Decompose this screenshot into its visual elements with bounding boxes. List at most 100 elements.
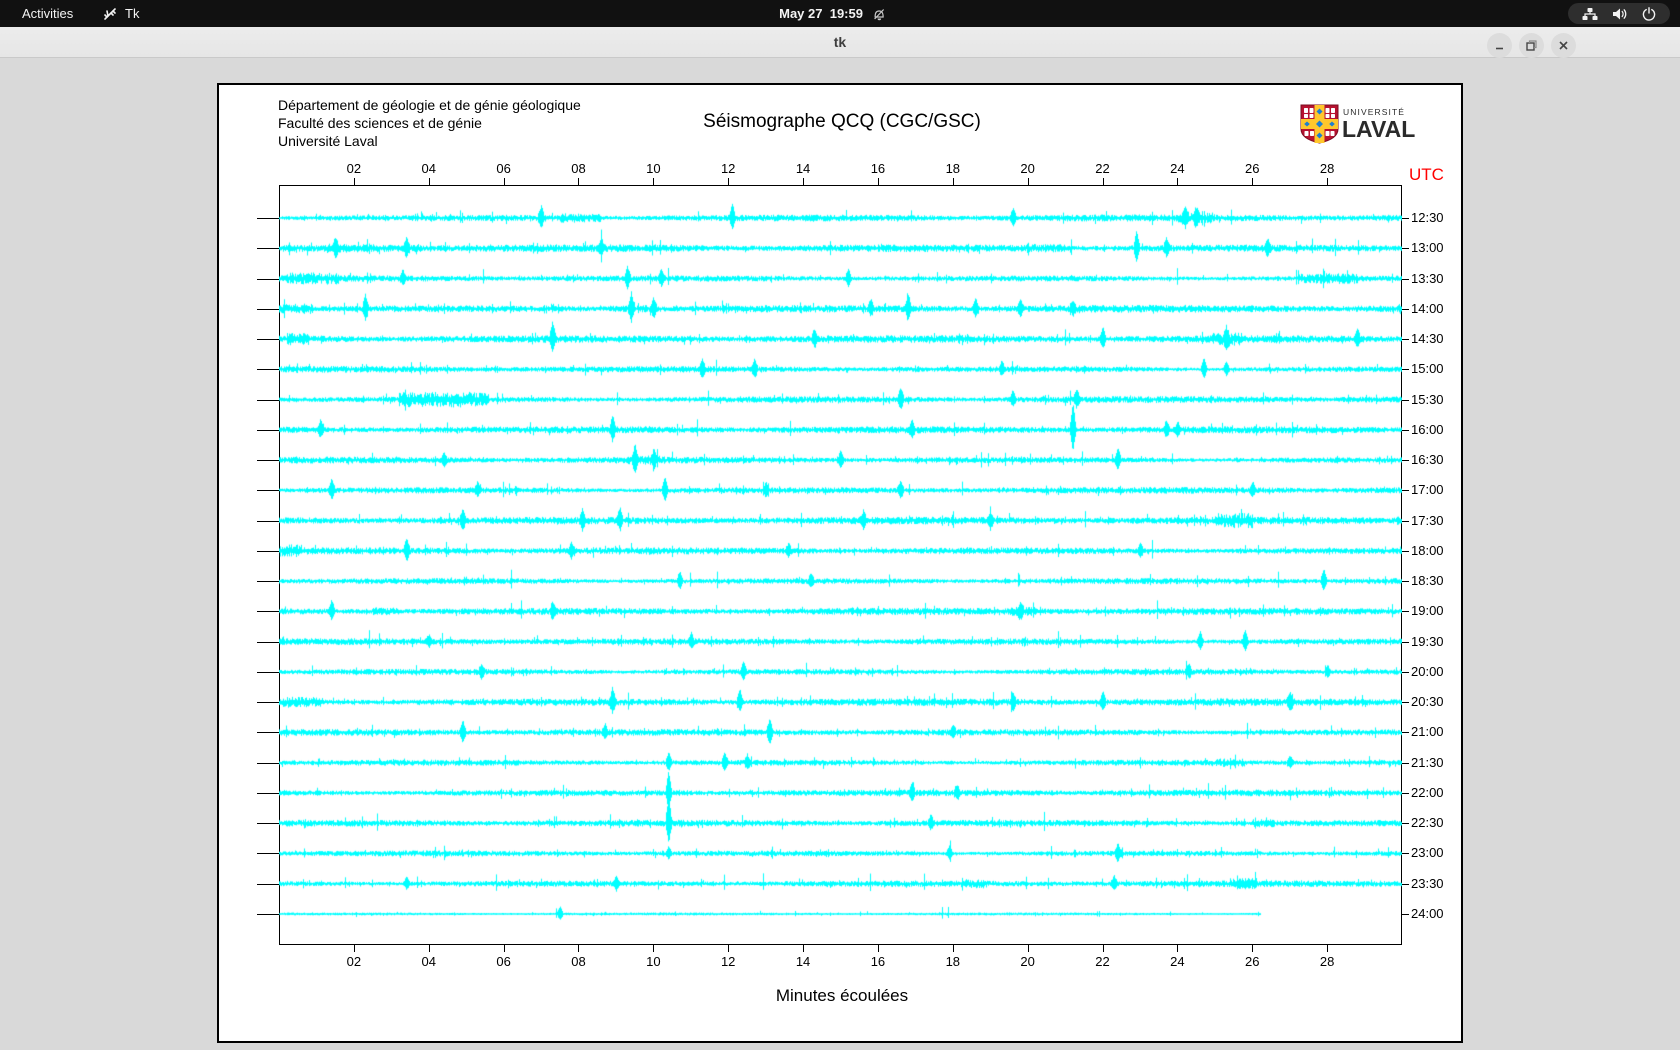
x-tick-label-top: 12 [720, 161, 736, 176]
x-tick-bottom [428, 945, 430, 952]
close-button[interactable] [1551, 33, 1576, 58]
trace-tick-left [257, 853, 279, 855]
utc-time-label: 16:00 [1411, 421, 1444, 437]
x-tick-bottom [653, 945, 655, 952]
trace-tick-right [1402, 520, 1409, 522]
app-menu[interactable]: Tk [103, 0, 139, 27]
trace-tick-right [1402, 883, 1409, 885]
utc-time-label: 21:00 [1411, 724, 1444, 740]
utc-time-label: 15:30 [1411, 391, 1444, 407]
x-tick-label-bottom: 16 [870, 954, 886, 969]
trace-tick-left [257, 883, 279, 885]
x-tick-label-bottom: 04 [421, 954, 436, 969]
x-tick-label-top: 24 [1170, 161, 1185, 176]
x-axis-title: Minutes écoulées [775, 986, 909, 1005]
trace-tick-left [257, 429, 279, 431]
x-tick-bottom [1177, 945, 1179, 952]
x-tick-top [578, 178, 580, 185]
x-tick-top [877, 178, 879, 185]
clock-button[interactable]: May 27 19:59 [779, 0, 901, 27]
utc-time-label: 15:00 [1411, 361, 1444, 377]
system-tray[interactable] [1568, 3, 1670, 24]
tk-window-content: Département de géologie et de génie géol… [0, 58, 1680, 1050]
x-tick-bottom [728, 945, 730, 952]
minimize-button[interactable] [1487, 33, 1512, 58]
plot-title: Séismographe QCQ (CGC/GSC) [703, 111, 981, 132]
desktop-screen: Activities Tk May 27 19:59 tk Départemen… [0, 0, 1680, 1050]
x-tick-bottom [1327, 945, 1329, 952]
x-tick-bottom [353, 945, 355, 952]
trace-tick-left [257, 792, 279, 794]
x-tick-label-bottom: 28 [1319, 954, 1335, 969]
utc-time-label: 22:30 [1411, 815, 1444, 831]
trace-tick-left [257, 702, 279, 704]
window-title-bar: tk [0, 27, 1680, 58]
x-tick-top [653, 178, 655, 185]
x-tick-top [428, 178, 430, 185]
utc-time-label: 17:30 [1411, 512, 1444, 528]
x-tick-bottom [803, 945, 805, 952]
x-tick-label-top: 02 [346, 161, 362, 176]
trace-tick-right [1402, 369, 1409, 371]
utc-time-label: 23:00 [1411, 845, 1444, 861]
trace-tick-right [1402, 641, 1409, 643]
utc-time-label: 14:00 [1411, 300, 1444, 316]
x-tick-top [1327, 178, 1329, 185]
x-tick-label-bottom: 06 [496, 954, 511, 969]
trace-tick-right [1402, 732, 1409, 734]
x-tick-bottom [877, 945, 879, 952]
x-tick-label-bottom: 18 [945, 954, 961, 969]
x-tick-label-top: 04 [421, 161, 436, 176]
maximize-button[interactable] [1519, 33, 1544, 58]
activities-button[interactable]: Activities [12, 0, 83, 27]
trace-tick-right [1402, 550, 1409, 552]
x-tick-label-top: 06 [496, 161, 511, 176]
trace-tick-right [1402, 702, 1409, 704]
x-tick-label-bottom: 26 [1245, 954, 1260, 969]
utc-time-label: 13:00 [1411, 240, 1444, 256]
trace-tick-right [1402, 490, 1409, 492]
trace-tick-left [257, 460, 279, 462]
trace-tick-left [257, 520, 279, 522]
trace-tick-left [257, 762, 279, 764]
trace-tick-right [1402, 913, 1409, 915]
x-tick-top [1177, 178, 1179, 185]
trace-tick-right [1402, 218, 1409, 219]
utc-time-label: 20:30 [1411, 694, 1444, 710]
utc-time-label: 20:00 [1411, 663, 1444, 679]
utc-time-label: 14:30 [1411, 331, 1444, 347]
trace-tick-left [257, 308, 279, 310]
laval-shield-icon [1300, 104, 1339, 144]
seismogram-traces [279, 185, 1402, 945]
x-tick-label-bottom: 12 [720, 954, 736, 969]
trace-tick-right [1402, 853, 1409, 855]
x-tick-top [1102, 178, 1104, 185]
utc-time-label: 16:30 [1411, 452, 1444, 468]
trace-tick-left [257, 732, 279, 734]
x-tick-label-bottom: 14 [795, 954, 811, 969]
trace-tick-left [257, 490, 279, 492]
trace-tick-right [1402, 460, 1409, 462]
x-tick-label-bottom: 20 [1020, 954, 1035, 969]
trace-tick-left [257, 248, 279, 250]
trace-tick-left [257, 641, 279, 643]
x-tick-label-top: 22 [1095, 161, 1110, 176]
trace-tick-right [1402, 611, 1409, 613]
trace-tick-right [1402, 399, 1409, 401]
laval-logo: UNIVERSITÉ LAVAL [1300, 103, 1422, 150]
x-tick-top [728, 178, 730, 185]
gnome-top-bar: Activities Tk May 27 19:59 [0, 0, 1680, 27]
x-tick-label-top: 18 [945, 161, 961, 176]
header-line-3: Université Laval [278, 133, 378, 149]
x-tick-label-bottom: 08 [571, 954, 586, 969]
trace-tick-left [257, 369, 279, 371]
trace-tick-right [1402, 792, 1409, 794]
trace-tick-right [1402, 671, 1409, 673]
utc-time-label: 19:30 [1411, 633, 1444, 649]
x-tick-top [353, 178, 355, 185]
logo-text-large: LAVAL [1342, 116, 1415, 142]
utc-time-label: 18:00 [1411, 542, 1444, 558]
x-tick-bottom [503, 945, 505, 952]
trace-tick-left [257, 278, 279, 280]
x-tick-bottom [1027, 945, 1029, 952]
